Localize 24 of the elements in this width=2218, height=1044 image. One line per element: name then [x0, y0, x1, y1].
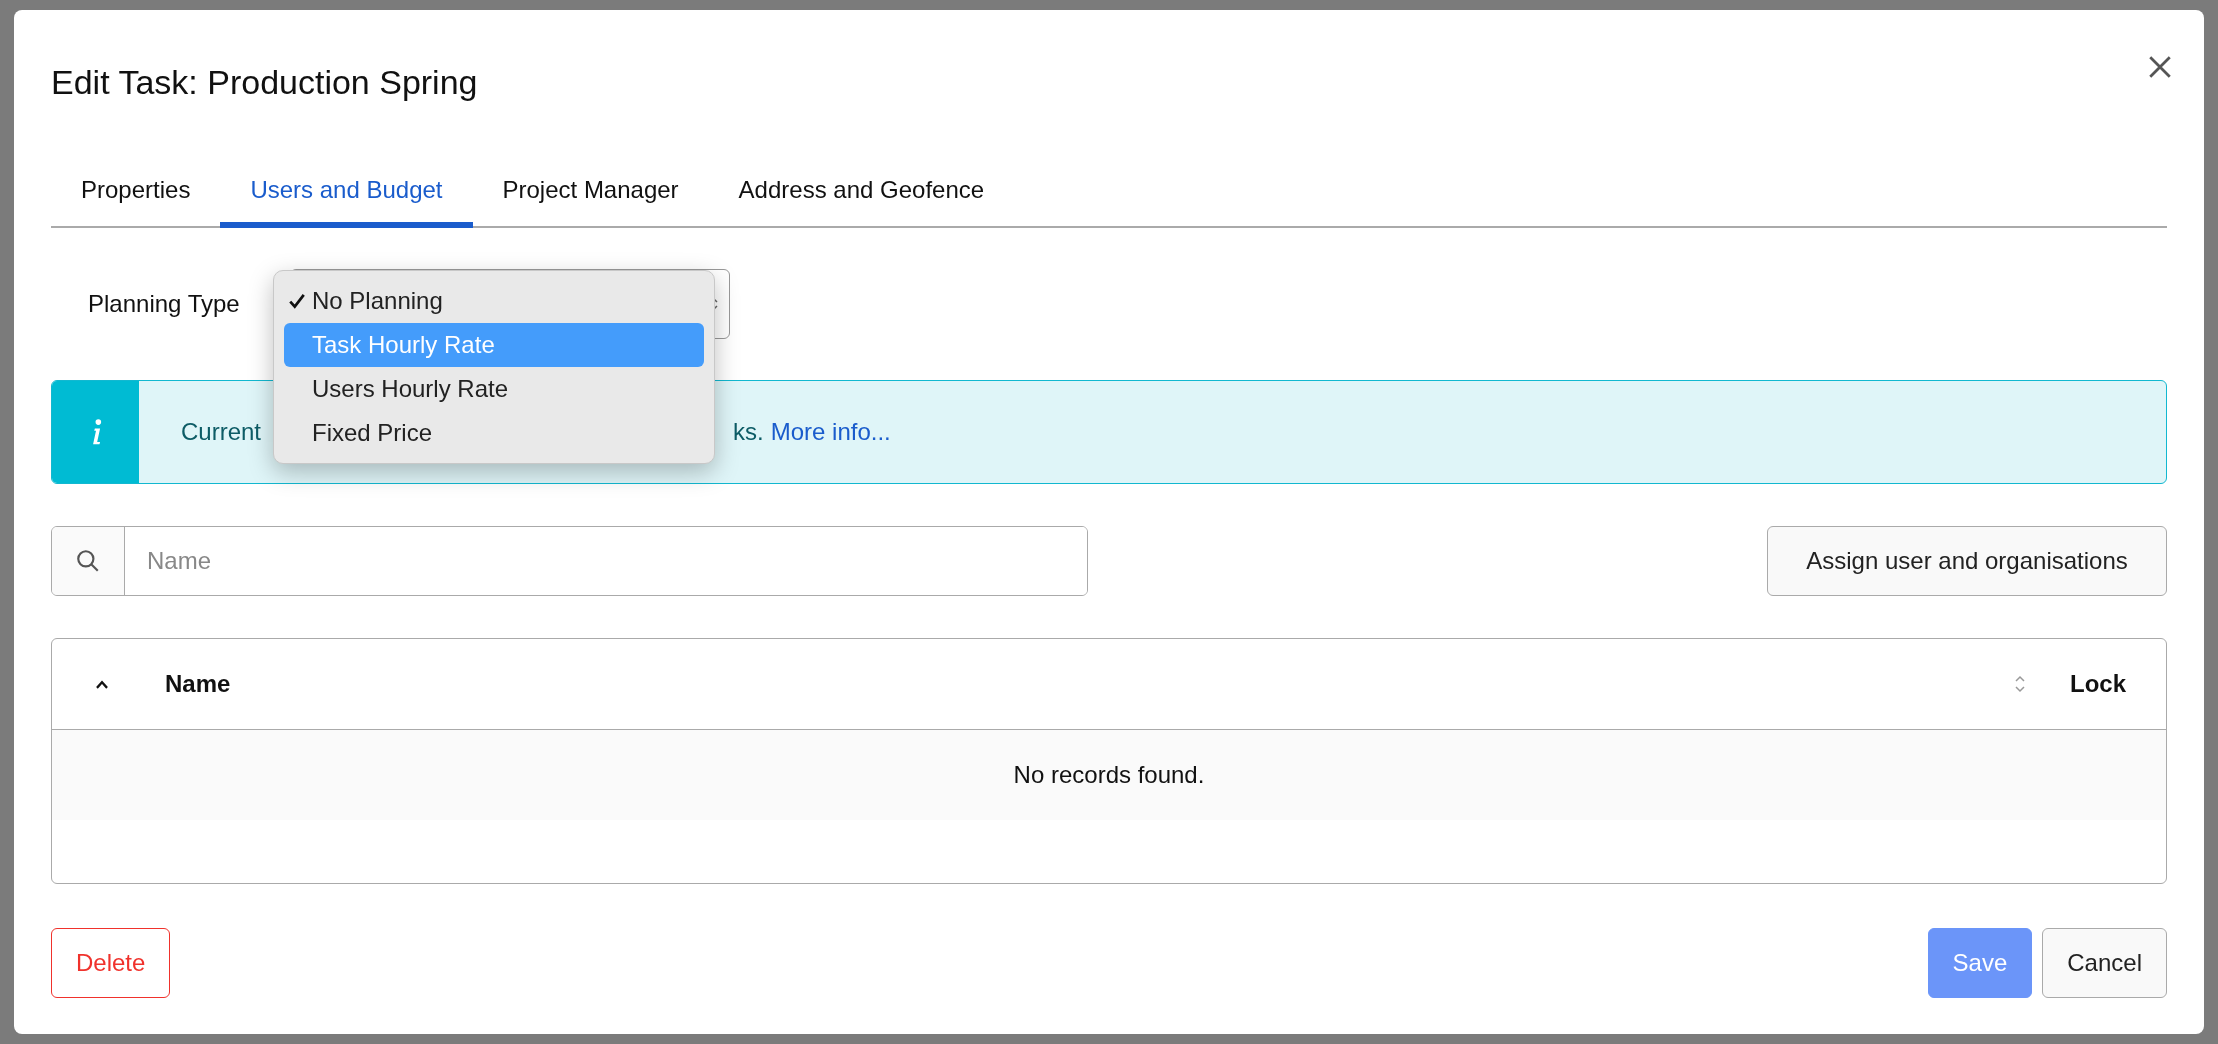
column-header[interactable]: Lock	[2070, 670, 2126, 698]
tab[interactable]: Properties	[51, 164, 221, 228]
info-text: Current	[181, 418, 262, 446]
menu-option[interactable]: No Planning	[284, 279, 704, 323]
tab[interactable]: Address and Geofence	[708, 164, 1015, 228]
sort-icon[interactable]	[2014, 674, 2026, 694]
check-icon	[288, 292, 306, 310]
caret-up-icon[interactable]	[95, 679, 109, 689]
dialog-title: Edit Task: Production Spring	[51, 62, 478, 102]
search-icon	[75, 548, 101, 574]
column-header[interactable]: Name	[165, 670, 231, 698]
menu-option[interactable]: Fixed Price	[284, 411, 704, 455]
more-info-link[interactable]: More info...	[770, 418, 891, 446]
empty-message: No records found.	[1013, 761, 1205, 789]
search-field[interactable]: Name	[51, 526, 1088, 596]
planning-type-label: Planning Type	[88, 290, 241, 318]
assign-button[interactable]: Assign user and organisations	[1767, 526, 2167, 596]
tab[interactable]: Project Manager	[472, 164, 709, 228]
info-text: ks.	[733, 418, 764, 446]
menu-option[interactable]: Users Hourly Rate	[284, 367, 704, 411]
close-icon[interactable]	[2147, 54, 2173, 80]
cancel-button[interactable]: Cancel	[2042, 928, 2167, 998]
delete-button[interactable]: Delete	[51, 928, 171, 998]
tab[interactable]: Users and Budget	[220, 164, 473, 228]
